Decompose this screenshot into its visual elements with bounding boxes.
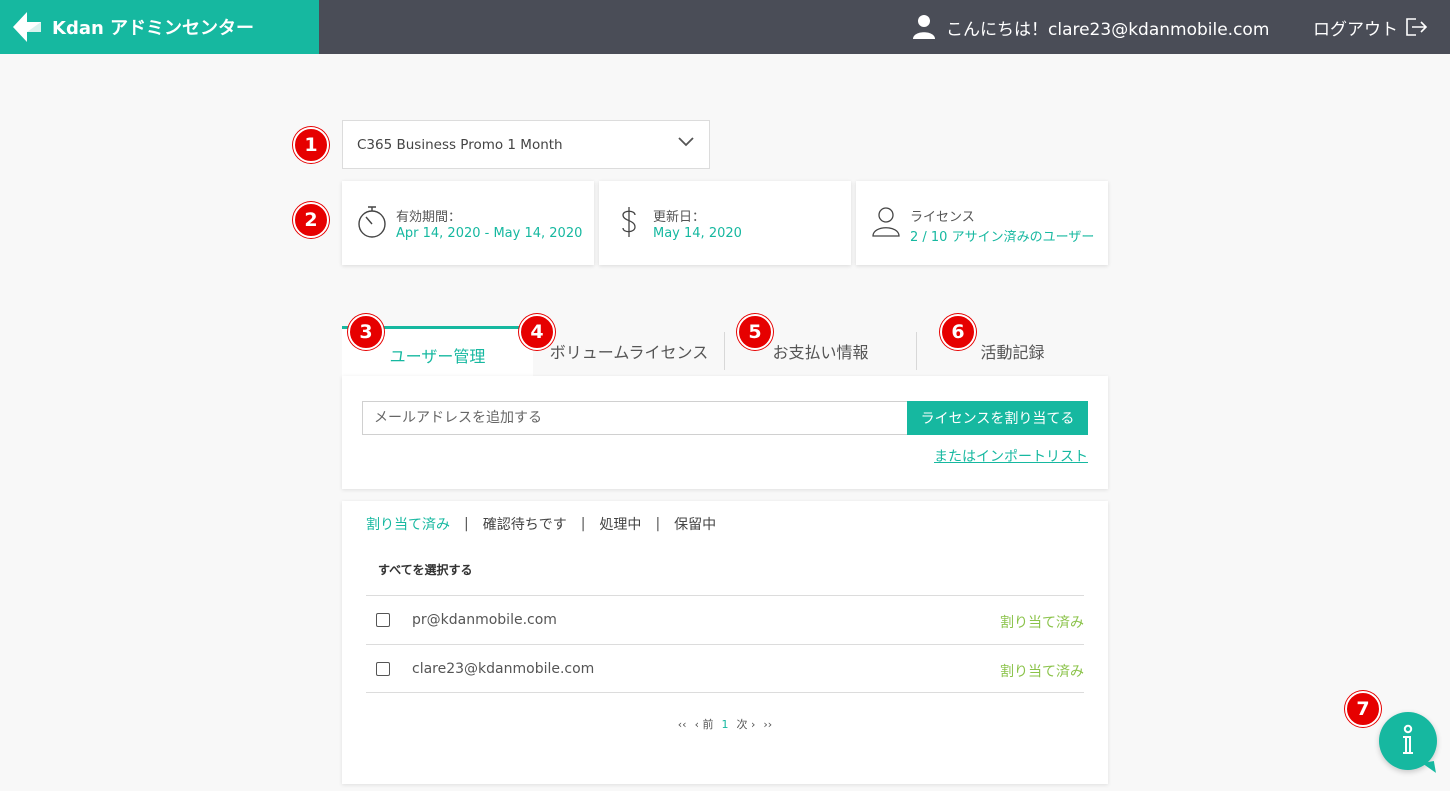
renewal-label: 更新日：: [653, 210, 706, 225]
row-checkbox[interactable]: [376, 613, 390, 627]
user-email: clare23@kdanmobile.com: [412, 661, 595, 677]
user-icon: [872, 207, 900, 237]
validity-card: 有効期間： Apr 14, 2020 - May 14, 2020: [342, 181, 594, 265]
license-label: ライセンス: [910, 210, 975, 225]
marker-5: 5: [737, 314, 773, 350]
user-list: pr@kdanmobile.com 割り当て済み clare23@kdanmob…: [366, 595, 1084, 693]
import-list-link[interactable]: またはインポートリスト: [934, 446, 1088, 466]
assign-license-button[interactable]: ライセンスを割り当てる: [907, 401, 1088, 435]
filter-on-hold[interactable]: 保留中: [674, 514, 716, 534]
email-input[interactable]: [362, 401, 908, 435]
plan-select[interactable]: C365 Business Promo 1 Month: [342, 120, 710, 169]
marker-7: 7: [1345, 691, 1381, 727]
back-arrow-icon: [13, 12, 41, 42]
brand-bar[interactable]: Kdan アドミンセンター: [0, 0, 319, 54]
plan-select-value: C365 Business Promo 1 Month: [357, 136, 563, 153]
help-chat-button[interactable]: [1379, 712, 1437, 770]
user-status: 割り当て済み: [1000, 664, 1084, 680]
pagination: ‹‹ ‹ 前 1 次 › ››: [342, 716, 1108, 732]
validity-value: Apr 14, 2020 - May 14, 2020: [396, 226, 583, 241]
table-row: clare23@kdanmobile.com 割り当て済み: [366, 644, 1084, 693]
user-icon: [913, 15, 935, 39]
page-next[interactable]: 次 ›: [737, 716, 756, 732]
top-header: Kdan アドミンセンター こんにちは！clare23@kdanmobile.c…: [0, 0, 1450, 54]
filter-divider: |: [464, 516, 469, 532]
chevron-down-icon: [678, 137, 694, 147]
marker-2: 2: [293, 202, 329, 238]
status-filters: 割り当て済み | 確認待ちです | 処理中 | 保留中: [366, 514, 716, 534]
brand-title: Kdan アドミンセンター: [52, 18, 255, 39]
renewal-card: 更新日： May 14, 2020: [599, 181, 851, 265]
users-panel: 割り当て済み | 確認待ちです | 処理中 | 保留中 すべてを選択する pr@…: [342, 501, 1108, 784]
license-value: 2 / 10 アサイン済みのユーザー: [910, 230, 1095, 245]
filter-assigned[interactable]: 割り当て済み: [366, 514, 450, 534]
logout-button[interactable]: ログアウト: [1313, 12, 1428, 42]
page-current[interactable]: 1: [722, 718, 729, 731]
logout-label: ログアウト: [1313, 19, 1398, 40]
page-first[interactable]: ‹‹: [678, 718, 687, 731]
info-icon: [1403, 724, 1413, 754]
user-status: 割り当て済み: [1000, 615, 1084, 631]
filter-divider: |: [655, 516, 661, 532]
tab-bar: ユーザー管理 ボリュームライセンス お支払い情報 活動記録: [342, 326, 1108, 376]
row-checkbox[interactable]: [376, 662, 390, 676]
marker-6: 6: [940, 314, 976, 350]
tab-volume-license[interactable]: ボリュームライセンス: [533, 326, 725, 376]
table-row: pr@kdanmobile.com 割り当て済み: [366, 595, 1084, 644]
page-last[interactable]: ››: [763, 718, 772, 731]
stopwatch-icon: [358, 206, 386, 238]
filter-processing[interactable]: 処理中: [599, 514, 641, 534]
select-all-label[interactable]: すべてを選択する: [378, 561, 472, 578]
filter-pending-confirmation[interactable]: 確認待ちです: [483, 514, 567, 534]
user-email: pr@kdanmobile.com: [412, 612, 557, 628]
assign-panel: ライセンスを割り当てる またはインポートリスト: [342, 376, 1108, 489]
validity-label: 有効期間：: [396, 210, 462, 225]
user-greeting: こんにちは！clare23@kdanmobile.com: [912, 12, 1269, 42]
marker-3: 3: [348, 314, 384, 350]
marker-1: 1: [293, 127, 329, 163]
filter-divider: |: [580, 516, 586, 532]
page-prev[interactable]: ‹ 前: [695, 716, 714, 732]
greeting-text: こんにちは！clare23@kdanmobile.com: [946, 19, 1270, 40]
renewal-value: May 14, 2020: [653, 226, 742, 241]
logout-icon: [1406, 18, 1428, 36]
dollar-icon: [622, 207, 636, 237]
marker-4: 4: [519, 314, 555, 350]
license-card: ライセンス 2 / 10 アサイン済みのユーザー: [856, 181, 1108, 265]
